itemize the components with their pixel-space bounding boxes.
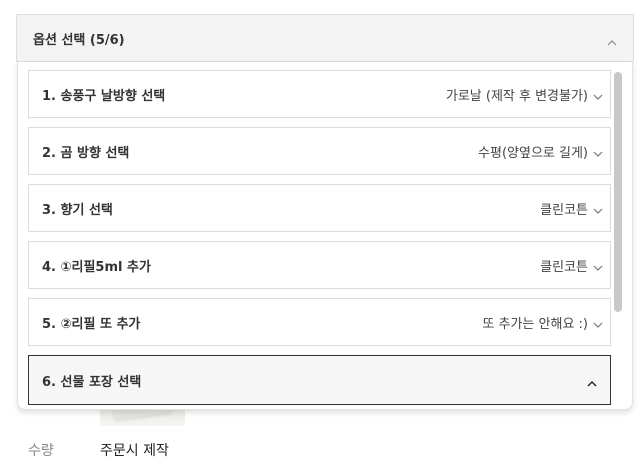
option-row-6-active[interactable]: 6. 선물 포장 선택: [28, 355, 611, 405]
quantity-row: 수량 주문시 제작: [28, 440, 169, 460]
option-row-4[interactable]: 4. ①리필5ml 추가 클린코튼: [28, 241, 611, 289]
chevron-down-icon[interactable]: [592, 88, 604, 100]
option-dropdown-panel: 1. 송풍구 날방향 선택 가로날 (제작 후 변경불가) 2. 곰 방향 선택…: [17, 62, 633, 410]
option-row-5[interactable]: 5. ②리필 또 추가 또 추가는 안해요 :): [28, 298, 611, 346]
option-label: 4. ①리필5ml 추가: [42, 259, 151, 275]
option-label: 5. ②리필 또 추가: [42, 316, 141, 332]
option-value: 수평(양옆으로 길게): [478, 145, 588, 161]
option-label: 3. 향기 선택: [42, 202, 113, 218]
chevron-down-icon[interactable]: [592, 202, 604, 214]
chevron-up-icon[interactable]: [607, 33, 617, 46]
option-row-3[interactable]: 3. 향기 선택 클린코튼: [28, 184, 611, 232]
option-label: 6. 선물 포장 선택: [42, 374, 142, 390]
option-label: 2. 곰 방향 선택: [42, 145, 130, 161]
option-list: 1. 송풍구 날방향 선택 가로날 (제작 후 변경불가) 2. 곰 방향 선택…: [28, 70, 611, 405]
page: 옵션 선택 (5/6) 수량 주문시 제작 1. 송풍구 날방향 선택 가로날 …: [0, 0, 642, 470]
scrollbar-thumb[interactable]: [614, 72, 622, 312]
option-label: 1. 송풍구 날방향 선택: [42, 88, 166, 104]
option-selector-header[interactable]: 옵션 선택 (5/6): [16, 14, 634, 62]
option-row-1[interactable]: 1. 송풍구 날방향 선택 가로날 (제작 후 변경불가): [28, 70, 611, 118]
option-value: 클린코튼: [540, 259, 588, 275]
option-row-2[interactable]: 2. 곰 방향 선택 수평(양옆으로 길게): [28, 127, 611, 175]
option-selector-title: 옵션 선택 (5/6): [33, 32, 125, 48]
chevron-up-icon[interactable]: [586, 375, 597, 387]
option-value: 클린코튼: [540, 202, 588, 218]
chevron-down-icon[interactable]: [592, 145, 604, 157]
chevron-down-icon[interactable]: [592, 259, 604, 271]
option-value: 가로날 (제작 후 변경불가): [445, 88, 588, 104]
quantity-label: 수량: [28, 443, 54, 459]
quantity-value: 주문시 제작: [100, 443, 169, 459]
option-value: 또 추가는 안해요 :): [482, 316, 588, 332]
chevron-down-icon[interactable]: [592, 316, 604, 328]
